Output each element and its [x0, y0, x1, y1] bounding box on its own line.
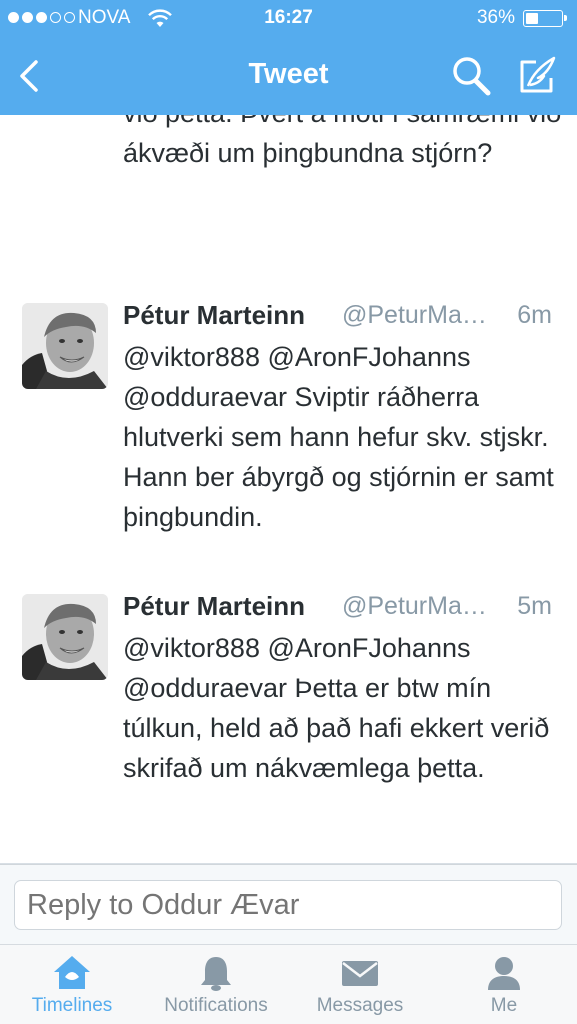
home-icon — [54, 956, 90, 989]
reply-bar — [0, 864, 577, 945]
avatar[interactable] — [22, 303, 108, 389]
avatar-image — [22, 594, 108, 680]
battery-percentage: 36% — [476, 7, 515, 28]
tab-notifications[interactable]: Notifications — [144, 945, 288, 1024]
tab-label: Timelines — [31, 995, 113, 1016]
tab-label: Notifications — [164, 995, 268, 1016]
avatar[interactable] — [22, 594, 108, 680]
tweet-text: @viktor888 @AronFJohanns @odduraevar Þet… — [123, 633, 550, 783]
tab-timelines[interactable]: Timelines — [0, 945, 144, 1024]
avatar-image — [22, 303, 108, 389]
tweet-author-name[interactable]: Pétur Marteinn — [123, 591, 305, 622]
envelope-icon — [342, 961, 378, 986]
tweet-author-handle[interactable]: @PeturMa… — [342, 301, 502, 330]
tweet-author-handle[interactable]: @PeturMa… — [342, 592, 502, 621]
tweet-text: við þetta. Þvert á móti í samræmi við ák… — [123, 115, 561, 168]
person-icon — [488, 957, 520, 990]
search-button[interactable] — [450, 54, 492, 98]
tab-messages[interactable]: Messages — [288, 945, 432, 1024]
tweet-detail-screen: NOVA 16:27 36% Tweet ákvæði um þingbundn… — [0, 0, 577, 1024]
tweet-timestamp: 5m — [517, 592, 552, 620]
tab-label: Me — [490, 995, 518, 1016]
reply-input[interactable] — [14, 880, 562, 930]
battery-icon — [523, 10, 567, 27]
bell-icon — [201, 957, 231, 991]
tab-label: Messages — [316, 995, 404, 1016]
tab-me[interactable]: Me — [432, 945, 576, 1024]
tweet-timestamp: 6m — [517, 301, 552, 329]
tweet-item[interactable]: Pétur Marteinn @PeturMa… 5m @viktor888 @… — [0, 572, 577, 864]
tweet-author-name[interactable]: Pétur Marteinn — [123, 300, 305, 331]
status-bar: NOVA 16:27 36% — [0, 0, 577, 38]
tweet-item[interactable]: við þetta. Þvert á móti í samræmi við ák… — [0, 115, 577, 282]
tab-bar: Timelines Notifications Messages Me — [0, 944, 577, 1024]
compose-button[interactable] — [514, 54, 560, 98]
top-bar: NOVA 16:27 36% Tweet — [0, 0, 577, 115]
tweet-text: @viktor888 @AronFJohanns @odduraevar Svi… — [123, 342, 554, 532]
tweet-item[interactable]: Pétur Marteinn @PeturMa… 6m @viktor888 @… — [0, 281, 577, 573]
